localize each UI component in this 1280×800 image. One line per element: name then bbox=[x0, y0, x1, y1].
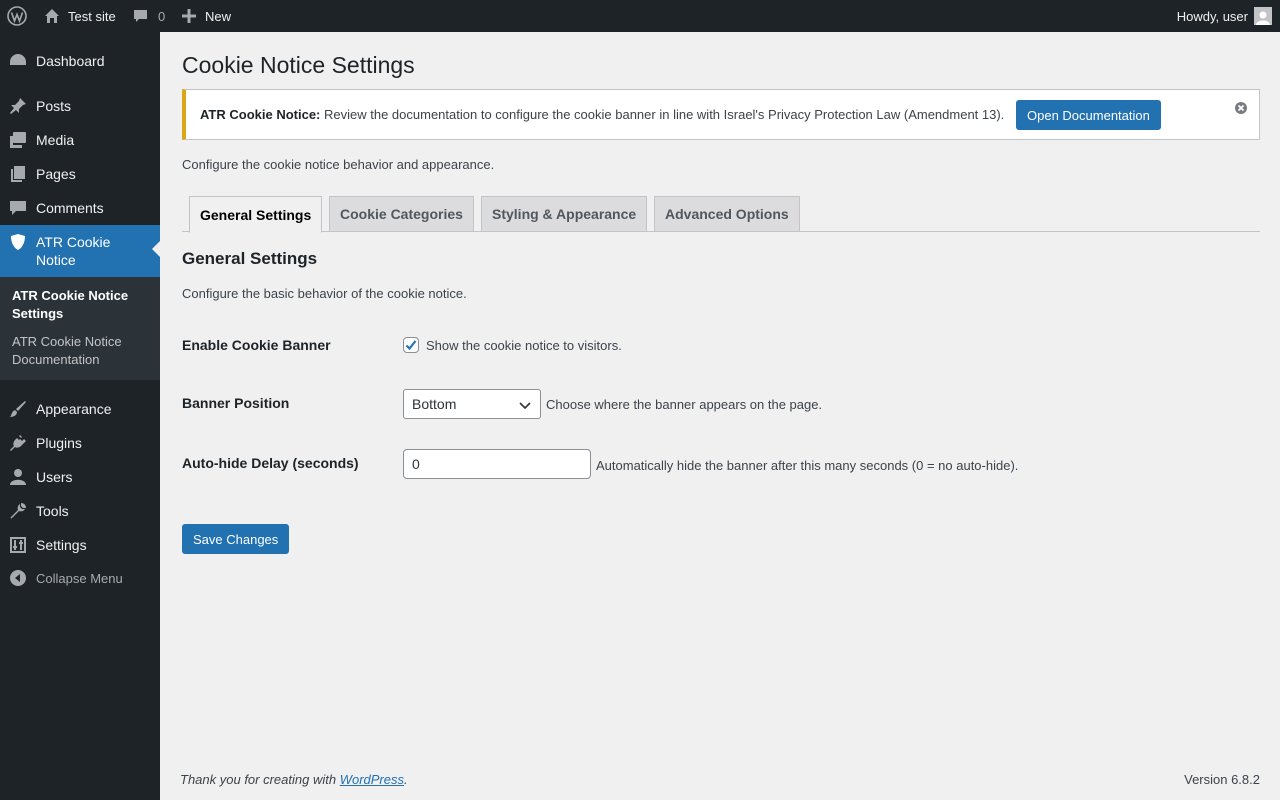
tab-advanced-options[interactable]: Advanced Options bbox=[654, 196, 800, 232]
sidebar-item-settings[interactable]: Settings bbox=[0, 533, 160, 557]
brush-icon bbox=[9, 400, 27, 418]
open-documentation-button[interactable]: Open Documentation bbox=[1016, 100, 1161, 130]
banner-position-label: Banner Position bbox=[182, 395, 290, 411]
avatar bbox=[1254, 7, 1272, 25]
sidebar-item-label: Tools bbox=[36, 503, 69, 519]
new-content-link[interactable]: New bbox=[182, 0, 231, 32]
plus-icon bbox=[182, 9, 196, 23]
banner-position-value: Bottom bbox=[412, 396, 457, 412]
footer-thanks-prefix: Thank you for creating with bbox=[180, 772, 340, 787]
sidebar-item-label: Plugins bbox=[36, 435, 82, 451]
auto-hide-input[interactable] bbox=[403, 449, 591, 479]
tab-styling-appearance[interactable]: Styling & Appearance bbox=[481, 196, 648, 232]
new-label: New bbox=[205, 8, 232, 24]
collapse-menu-button[interactable]: Collapse Menu bbox=[0, 566, 160, 590]
submenu-item-settings[interactable]: ATR Cookie Notice Settings bbox=[12, 287, 152, 323]
user-icon bbox=[9, 468, 27, 486]
intro-text: Configure the cookie notice behavior and… bbox=[182, 157, 495, 172]
sidebar-item-label: Users bbox=[36, 469, 73, 485]
admin-notice: ATR Cookie Notice: Review the documentat… bbox=[182, 89, 1260, 140]
pin-icon bbox=[9, 97, 27, 115]
sidebar-item-label: Media bbox=[36, 132, 75, 148]
footer-thanks-suffix: . bbox=[404, 772, 408, 787]
footer-version: Version 6.8.2 bbox=[1184, 772, 1260, 787]
site-name-link[interactable]: Test site bbox=[44, 0, 116, 32]
comments-count: 0 bbox=[158, 8, 166, 24]
comments-link[interactable]: 0 bbox=[133, 0, 165, 32]
enable-banner-checkbox-label[interactable]: Show the cookie notice to visitors. bbox=[426, 338, 622, 353]
sidebar-item-label: Settings bbox=[36, 537, 87, 553]
enable-banner-checkbox[interactable] bbox=[403, 337, 419, 353]
sidebar-item-label: ATR Cookie Notice bbox=[36, 234, 111, 268]
sidebar-item-dashboard[interactable]: Dashboard bbox=[0, 49, 160, 73]
section-description: Configure the basic behavior of the cook… bbox=[182, 286, 467, 301]
sidebar-item-media[interactable]: Media bbox=[0, 128, 160, 152]
sidebar-item-pages[interactable]: Pages bbox=[0, 162, 160, 186]
save-changes-button[interactable]: Save Changes bbox=[182, 524, 290, 554]
settings-icon bbox=[9, 536, 27, 554]
dashboard-icon bbox=[9, 52, 27, 70]
comment-bubble-icon bbox=[134, 9, 147, 22]
sidebar-item-appearance[interactable]: Appearance bbox=[0, 397, 160, 421]
site-name: Test site bbox=[68, 8, 116, 24]
banner-position-select[interactable]: Bottom bbox=[403, 389, 541, 419]
dismiss-icon[interactable] bbox=[1233, 100, 1249, 116]
notice-message: Review the documentation to configure th… bbox=[324, 107, 1005, 122]
footer-thanks: Thank you for creating with WordPress. bbox=[180, 772, 408, 787]
sidebar-item-label: Posts bbox=[36, 98, 72, 114]
wordpress-logo-icon[interactable] bbox=[7, 0, 27, 32]
tab-general-settings[interactable]: General Settings bbox=[189, 196, 323, 233]
pages-icon bbox=[9, 165, 27, 183]
notice-strong: ATR Cookie Notice: bbox=[200, 107, 321, 122]
howdy-text: Howdy, user bbox=[1176, 8, 1248, 24]
active-menu-arrow bbox=[152, 241, 160, 257]
media-icon bbox=[9, 131, 27, 149]
tab-cookie-categories[interactable]: Cookie Categories bbox=[329, 196, 474, 232]
wordpress-link[interactable]: WordPress bbox=[340, 772, 404, 787]
sidebar-item-plugins[interactable]: Plugins bbox=[0, 431, 160, 455]
collapse-arrow-icon bbox=[9, 569, 27, 587]
sidebar-item-label: Dashboard bbox=[36, 53, 105, 69]
submenu: ATR Cookie Notice Settings ATR Cookie No… bbox=[0, 277, 160, 380]
wrench-icon bbox=[9, 502, 27, 520]
notice-text: ATR Cookie Notice: Review the documentat… bbox=[200, 107, 1004, 122]
sidebar-item-users[interactable]: Users bbox=[0, 465, 160, 489]
admin-sidebar: Dashboard Posts Media Pages Comments ATR… bbox=[0, 32, 160, 800]
section-title: General Settings bbox=[182, 249, 318, 268]
banner-position-description: Choose where the banner appears on the p… bbox=[546, 397, 823, 412]
shield-icon bbox=[9, 233, 27, 251]
sidebar-item-label: Comments bbox=[36, 200, 104, 216]
submenu-item-documentation[interactable]: ATR Cookie Notice Documentation bbox=[12, 333, 152, 369]
auto-hide-description: Automatically hide the banner after this… bbox=[596, 458, 1019, 473]
auto-hide-label: Auto-hide Delay (seconds) bbox=[182, 455, 359, 471]
collapse-menu-label: Collapse Menu bbox=[36, 570, 123, 586]
my-account-link[interactable]: Howdy, user bbox=[1177, 0, 1272, 32]
home-icon bbox=[45, 9, 59, 23]
nav-tab-wrapper: General Settings Cookie Categories Styli… bbox=[182, 196, 1260, 233]
sidebar-item-atr-cookie-notice[interactable]: ATR Cookie Notice bbox=[0, 225, 160, 277]
comment-icon bbox=[9, 199, 27, 217]
checkmark-icon bbox=[405, 340, 417, 351]
chevron-down-icon bbox=[519, 402, 531, 410]
page-title: Cookie Notice Settings bbox=[182, 52, 415, 78]
admin-bar: Test site 0 New Howdy, user bbox=[0, 0, 1280, 32]
sidebar-item-comments[interactable]: Comments bbox=[0, 196, 160, 220]
sidebar-item-posts[interactable]: Posts bbox=[0, 94, 160, 118]
sidebar-item-label: Pages bbox=[36, 166, 76, 182]
enable-banner-label: Enable Cookie Banner bbox=[182, 337, 331, 353]
plug-icon bbox=[9, 434, 27, 452]
sidebar-item-label: Appearance bbox=[36, 401, 112, 417]
sidebar-item-tools[interactable]: Tools bbox=[0, 499, 160, 523]
